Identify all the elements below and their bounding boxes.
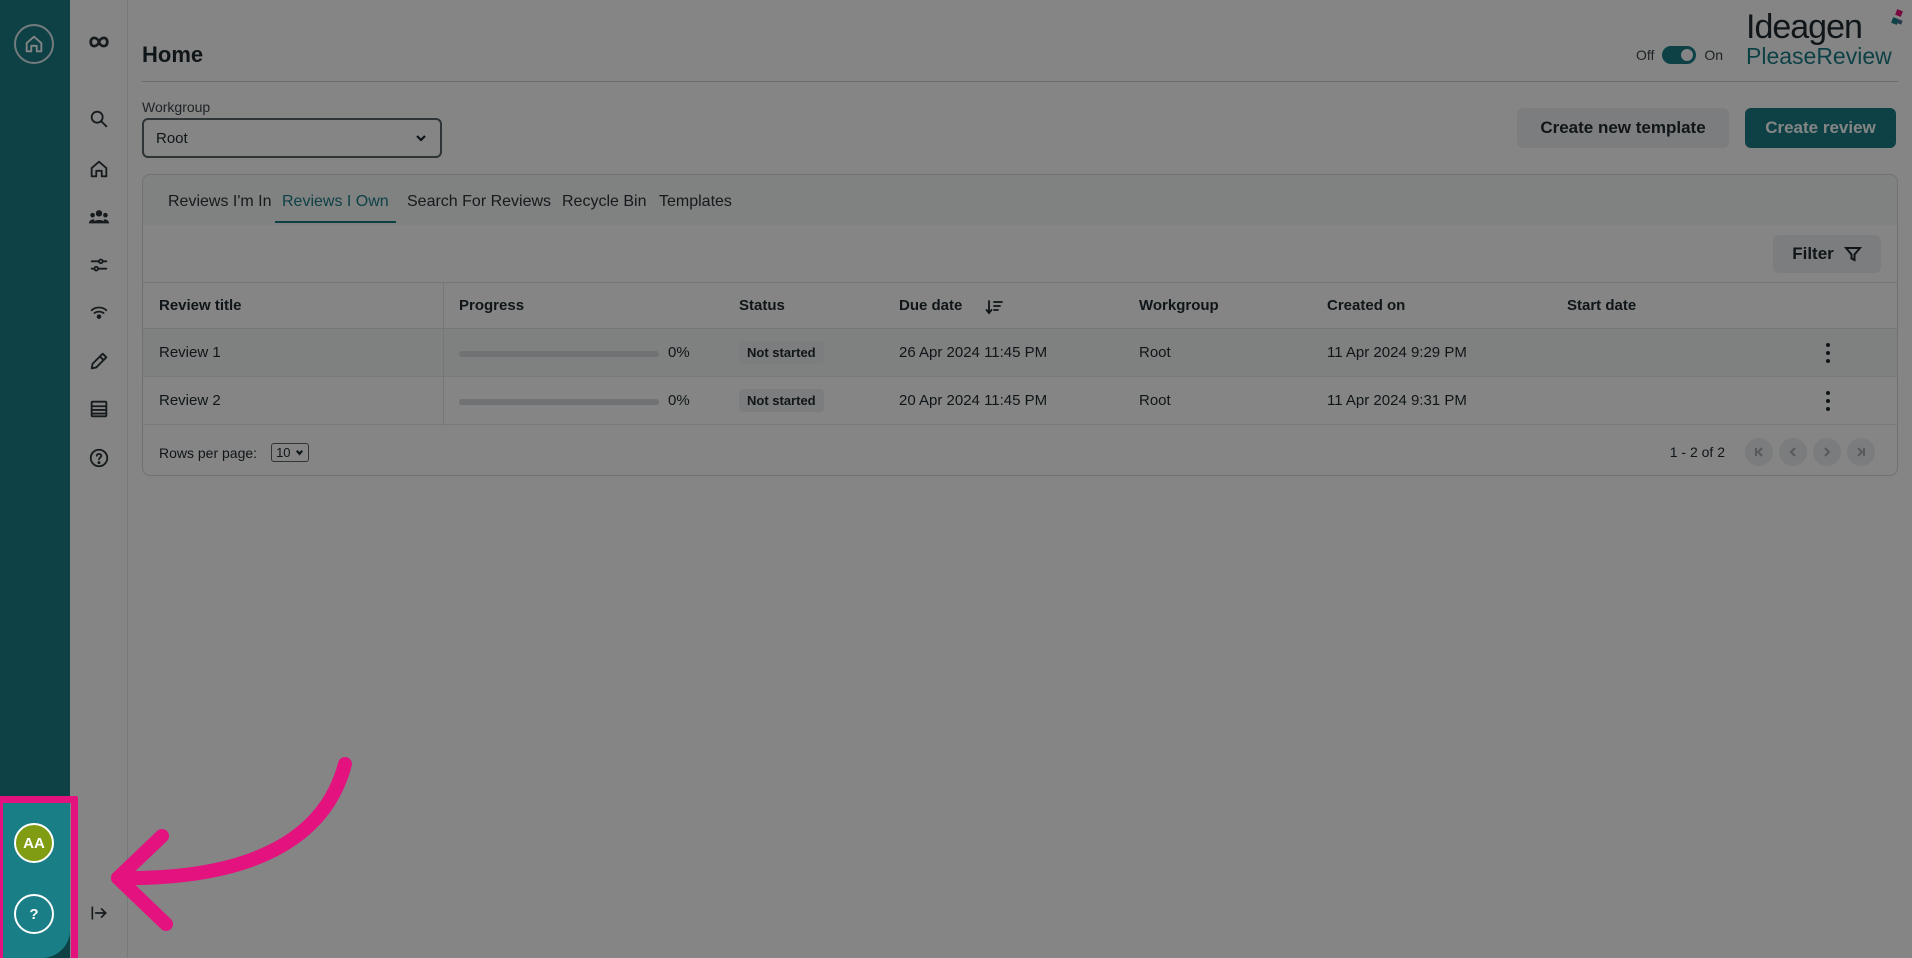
mode-toggle[interactable]: Off On <box>1636 46 1723 64</box>
rows-per-page-label: Rows per page: <box>159 444 258 461</box>
rows-per-page-value: 10 <box>276 445 291 460</box>
first-page-icon[interactable] <box>1745 438 1773 466</box>
list-icon[interactable] <box>87 397 111 421</box>
column-header[interactable]: Due date <box>899 297 962 314</box>
tab-recycle-bin[interactable]: Recycle Bin <box>555 189 653 221</box>
reviews-panel: Reviews I'm In Reviews I Own Search For … <box>142 174 1898 476</box>
column-header[interactable]: Workgroup <box>1139 297 1219 314</box>
help-icon[interactable] <box>87 446 111 470</box>
pointer-arrow-icon <box>111 757 352 931</box>
progress-label: 0% <box>668 344 690 361</box>
prev-page-icon[interactable] <box>1779 438 1807 466</box>
header-divider <box>142 81 1898 82</box>
tab-reviews-im-in[interactable]: Reviews I'm In <box>161 189 279 221</box>
status-badge: Not started <box>739 389 824 412</box>
rows-per-page: Rows per page: 10 <box>159 443 309 462</box>
toggle-off-label: Off <box>1636 47 1655 63</box>
highlight-box <box>0 796 78 958</box>
column-header[interactable]: Created on <box>1327 297 1405 314</box>
table-row[interactable]: Review 1 0% Not started 26 Apr 2024 11:4… <box>143 329 1897 377</box>
brand-name: Ideagen <box>1746 8 1863 46</box>
toggle-switch[interactable] <box>1662 46 1697 64</box>
review-title[interactable]: Review 1 <box>159 344 221 361</box>
tab-reviews-i-own[interactable]: Reviews I Own <box>275 189 396 223</box>
column-header[interactable]: Start date <box>1567 297 1636 314</box>
workgroup-value: Root <box>156 129 188 147</box>
pencil-icon[interactable] <box>87 349 111 373</box>
workgroup-label: Workgroup <box>142 99 211 115</box>
last-page-icon[interactable] <box>1847 438 1875 466</box>
created-on: 11 Apr 2024 9:29 PM <box>1327 344 1467 361</box>
progress-bar <box>459 351 659 357</box>
due-date: 20 Apr 2024 11:45 PM <box>899 392 1048 409</box>
table-header: Review title Progress Status Due date Wo… <box>143 282 1897 329</box>
created-on: 11 Apr 2024 9:31 PM <box>1327 392 1467 409</box>
brand-product: PleaseReview <box>1746 43 1892 69</box>
tab-templates[interactable]: Templates <box>652 189 739 221</box>
chevron-down-icon <box>295 449 303 456</box>
review-title[interactable]: Review 2 <box>159 392 221 409</box>
table-footer: Rows per page: 10 1 - 2 of 2 <box>143 425 1897 475</box>
brand-mark-icon <box>1891 9 1903 25</box>
column-header[interactable]: Status <box>739 297 785 314</box>
main-content: Home Off On Ideagen PleaseReview Workgro… <box>128 0 1912 958</box>
create-template-button[interactable]: Create new template <box>1517 108 1729 148</box>
filter-button[interactable]: Filter <box>1773 235 1881 273</box>
due-date: 26 Apr 2024 11:45 PM <box>899 344 1048 361</box>
tab-search-for-reviews[interactable]: Search For Reviews <box>400 189 558 221</box>
search-icon[interactable] <box>87 107 111 131</box>
workgroup-cell: Root <box>1139 392 1171 409</box>
home-circle-icon[interactable] <box>14 24 54 64</box>
workgroup-cell: Root <box>1139 344 1171 361</box>
workgroup-select[interactable]: Root <box>142 118 442 158</box>
page-title: Home <box>142 42 204 67</box>
rows-per-page-select[interactable]: 10 <box>271 443 309 462</box>
sort-icon[interactable] <box>985 299 1003 315</box>
pagination-range: 1 - 2 of 2 <box>1669 444 1725 460</box>
funnel-icon <box>1843 247 1862 262</box>
toggle-on-label: On <box>1704 47 1724 63</box>
create-review-button[interactable]: Create review <box>1745 108 1896 148</box>
progress-label: 0% <box>668 392 690 409</box>
light-bulb-icon[interactable] <box>87 301 111 325</box>
next-page-icon[interactable] <box>1813 438 1841 466</box>
column-header[interactable]: Review title <box>159 297 242 314</box>
more-options-icon[interactable] <box>1825 391 1831 411</box>
column-header[interactable]: Progress <box>459 297 524 314</box>
tab-bar: Reviews I'm In Reviews I Own Search For … <box>143 175 1897 225</box>
column-divider <box>443 282 444 425</box>
status-badge: Not started <box>739 341 824 364</box>
users-icon[interactable] <box>87 205 111 229</box>
filter-label: Filter <box>1792 244 1834 263</box>
brand-logo: Ideagen PleaseReview <box>1746 8 1906 70</box>
logo-icon[interactable] <box>87 30 111 54</box>
progress-bar <box>459 399 659 405</box>
chevron-down-icon <box>416 135 426 142</box>
settings-sliders-icon[interactable] <box>87 253 111 277</box>
home-icon[interactable] <box>87 157 111 181</box>
more-options-icon[interactable] <box>1825 343 1831 363</box>
table-row[interactable]: Review 2 0% Not started 20 Apr 2024 11:4… <box>143 377 1897 425</box>
